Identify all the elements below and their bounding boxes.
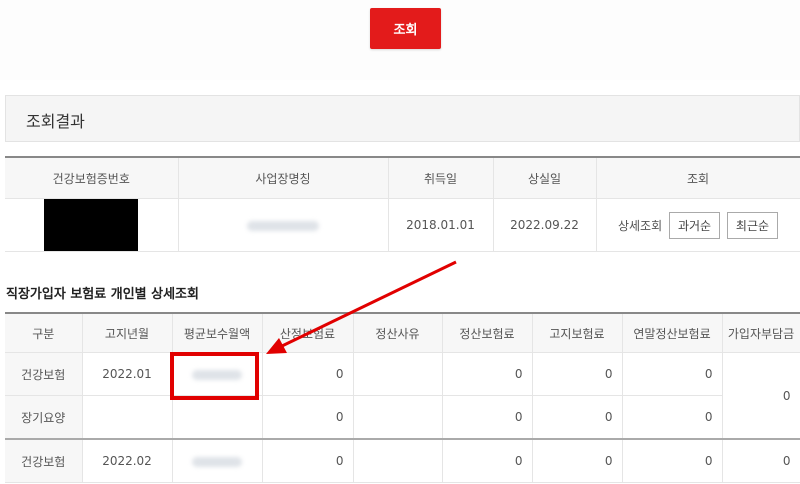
workplace-cell [178,198,389,252]
header-card-number: 건강보험증번호 [5,157,179,199]
header-workplace: 사업장명칭 [178,157,389,199]
table-row: 장기요양 0 0 0 0 [5,395,800,440]
member-share: 0 [722,438,800,483]
settle-premium: 0 [442,395,533,440]
header-settle-premium: 정산보험료 [442,313,533,353]
table-row: 건강보험 2022.02 0 0 0 0 0 [5,438,800,483]
header-lost: 상실일 [493,157,597,199]
year-end-premium: 0 [622,438,723,483]
calculated-premium: 0 [262,352,354,396]
recent-order-button[interactable]: 최근순 [726,211,779,239]
header-type: 구분 [5,313,83,353]
row-month: 2022.01 [82,352,173,396]
row-month [82,395,173,440]
result-title: 조회결과 [26,112,85,131]
row-type: 장기요양 [5,395,83,440]
header-lookup: 조회 [596,157,800,199]
notice-premium: 0 [532,395,623,440]
member-share: 0 [722,352,800,440]
detail-table: 구분 고지년월 평균보수월액 산정보험료 정산사유 정산보험료 고지보험료 연말… [5,312,800,483]
insurance-table: 건강보험증번호 사업장명칭 취득일 상실일 조회 2018.01.01 2022… [5,156,800,252]
insurance-row: 2018.01.01 2022.09.22 상세조회 과거순 최근순 [5,198,800,252]
card-number-cell [5,198,179,252]
header-notice-premium: 고지보험료 [532,313,623,353]
settle-reason [353,395,443,440]
detail-header-row: 구분 고지년월 평균보수월액 산정보험료 정산사유 정산보험료 고지보험료 연말… [5,313,800,353]
year-end-premium: 0 [622,395,723,440]
settle-premium: 0 [442,438,533,483]
row-type: 건강보험 [5,352,83,396]
row-type: 건강보험 [5,438,83,483]
settle-premium: 0 [442,352,533,396]
blurred-avg-salary [192,456,242,467]
header-notice-month: 고지년월 [82,313,173,353]
avg-salary-cell [172,438,263,483]
lost-date: 2022.09.22 [493,198,597,252]
blurred-workplace-name [247,220,319,231]
redacted-card-number [44,199,139,251]
year-end-premium: 0 [622,352,723,396]
calculated-premium: 0 [262,395,354,440]
header-member-share: 가입자부담금 [722,313,800,353]
notice-premium: 0 [532,438,623,483]
header-settle-reason: 정산사유 [353,313,443,353]
header-year-end-premium: 연말정산보험료 [622,313,723,353]
settle-reason [353,438,443,483]
header-calculated-premium: 산정보험료 [262,313,354,353]
header-avg-salary: 평균보수월액 [172,313,263,353]
settle-reason [353,352,443,396]
section-title: 직장가입자 보험료 개인별 상세조회 [6,287,199,302]
avg-salary-cell [172,395,263,440]
row-month: 2022.02 [82,438,173,483]
detail-lookup-label: 상세조회 [617,218,663,233]
lookup-cell: 상세조회 과거순 최근순 [596,198,800,252]
calculated-premium: 0 [262,438,354,483]
top-bar: 조회 [0,0,800,80]
acquired-date: 2018.01.01 [388,198,494,252]
insurance-header-row: 건강보험증번호 사업장명칭 취득일 상실일 조회 [5,157,800,199]
search-button[interactable]: 조회 [370,8,441,49]
highlight-box [170,352,259,400]
past-order-button[interactable]: 과거순 [668,211,721,239]
result-header: 조회결과 [5,95,800,142]
header-acquired: 취득일 [388,157,494,199]
notice-premium: 0 [532,352,623,396]
table-row: 건강보험 2022.01 0 0 0 0 0 [5,352,800,440]
